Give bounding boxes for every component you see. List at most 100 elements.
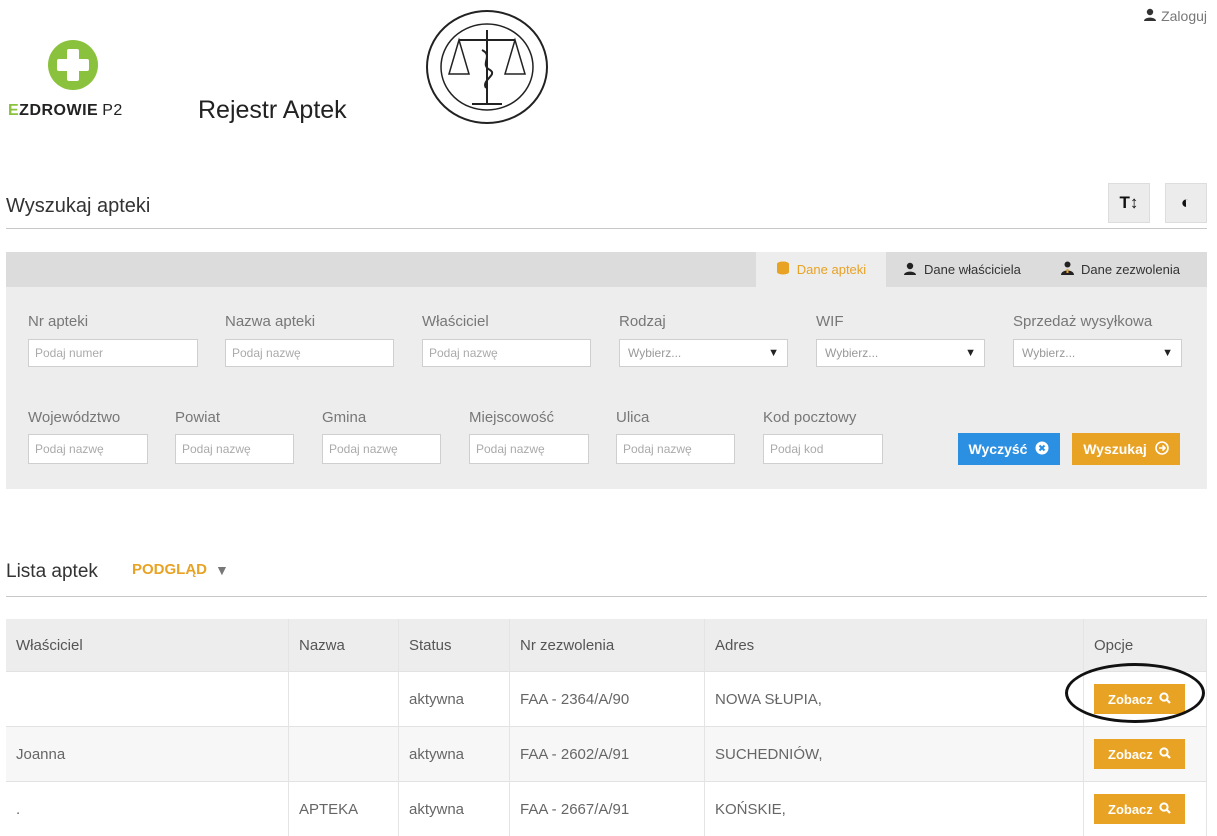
search-icon (1159, 747, 1171, 762)
caret-down-icon: ▼ (215, 562, 229, 578)
nazwa-apteki-label: Nazwa apteki (225, 313, 315, 330)
miejscowosc-label: Miejscowość (469, 409, 554, 426)
document-user-icon (1061, 261, 1074, 278)
column-header: Właściciel (6, 619, 289, 672)
logo-main: ZDROWIE (19, 102, 98, 119)
status-cell: aktywna (399, 727, 510, 782)
wojewodztwo-input[interactable] (28, 434, 148, 464)
search-button-label: Wyszukaj (1083, 441, 1147, 457)
wif-select[interactable]: Wybierz... ▼ (816, 339, 985, 367)
owner-cell (6, 672, 289, 727)
nr-apteki-label: Nr apteki (28, 313, 88, 330)
logo-suffix: P2 (102, 102, 123, 119)
annotation-circle (1065, 663, 1205, 723)
search-tabs: Dane apteki Dane właściciela Dane zezwol… (6, 252, 1207, 287)
user-icon (903, 262, 917, 278)
nr-apteki-input[interactable] (28, 339, 198, 367)
address-cell: KOŃSKIE, (705, 782, 1084, 836)
contrast-button[interactable]: ◐ (1165, 183, 1207, 223)
dropdown-arrow-icon: ▼ (768, 347, 779, 359)
view-button[interactable]: Zobacz (1094, 739, 1185, 769)
table-row: Joanna aktywna FAA - 2602/A/91 SUCHEDNIÓ… (6, 727, 1207, 782)
ulica-input[interactable] (616, 434, 735, 464)
powiat-label: Powiat (175, 409, 220, 426)
search-title: Wyszukaj apteki (6, 195, 150, 218)
preview-label: PODGLĄD (132, 561, 207, 578)
column-header: Nazwa (289, 619, 399, 672)
wlasciciel-input[interactable] (422, 339, 591, 367)
wlasciciel-label: Właściciel (422, 313, 489, 330)
dropdown-arrow-icon: ▼ (965, 347, 976, 359)
wif-label: WIF (816, 313, 844, 330)
search-icon (1159, 802, 1171, 817)
tab-dane-apteki[interactable]: Dane apteki (756, 252, 886, 287)
permit-cell: FAA - 2667/A/91 (510, 782, 705, 836)
user-icon (1143, 8, 1157, 24)
status-cell: aktywna (399, 672, 510, 727)
view-button-label: Zobacz (1108, 802, 1153, 817)
ezdrowie-logo[interactable]: EZDROWIEP2 (8, 40, 148, 130)
dropdown-arrow-icon: ▼ (1162, 347, 1173, 359)
preview-dropdown[interactable]: PODGLĄD ▼ (132, 561, 229, 578)
gmina-label: Gmina (322, 409, 366, 426)
table-row: aktywna FAA - 2364/A/90 NOWA SŁUPIA, Zob… (6, 672, 1207, 727)
address-cell: SUCHEDNIÓW, (705, 727, 1084, 782)
tab-label: Dane zezwolenia (1081, 262, 1180, 277)
name-cell (289, 727, 399, 782)
miejscowosc-input[interactable] (469, 434, 589, 464)
sprzedaz-wysylkowa-label: Sprzedaż wysyłkowa (1013, 313, 1152, 330)
kod-pocztowy-input[interactable] (763, 434, 883, 464)
clear-button-label: Wyczyść (969, 441, 1028, 457)
permit-cell: FAA - 2602/A/91 (510, 727, 705, 782)
name-cell: APTEKA (289, 782, 399, 836)
database-icon (776, 261, 790, 278)
pharmacy-table: Właściciel Nazwa Status Nr zezwolenia Ad… (6, 619, 1207, 836)
options-cell: Zobacz (1084, 727, 1207, 782)
font-size-button[interactable]: T↕ (1108, 183, 1150, 223)
search-button[interactable]: Wyszukaj (1072, 433, 1180, 465)
sprzedaz-select-value: Wybierz... (1022, 346, 1075, 360)
column-header: Status (399, 619, 510, 672)
table-header-row: Właściciel Nazwa Status Nr zezwolenia Ad… (6, 619, 1207, 672)
logo-prefix: E (8, 102, 19, 119)
column-header: Adres (705, 619, 1084, 672)
clear-button[interactable]: Wyczyść (958, 433, 1060, 465)
list-title: Lista aptek (6, 561, 98, 583)
ulica-label: Ulica (616, 409, 649, 426)
powiat-input[interactable] (175, 434, 294, 464)
wif-select-value: Wybierz... (825, 346, 878, 360)
name-cell (289, 672, 399, 727)
view-button-label: Zobacz (1108, 747, 1153, 762)
view-button[interactable]: Zobacz (1094, 794, 1185, 824)
tab-dane-wlasciciela[interactable]: Dane właściciela (903, 252, 1021, 287)
app-title: Rejestr Aptek (198, 96, 347, 125)
gmina-input[interactable] (322, 434, 441, 464)
status-cell: aktywna (399, 782, 510, 836)
options-cell: Zobacz (1084, 782, 1207, 836)
gif-seal-logo (424, 8, 550, 126)
rodzaj-select[interactable]: Wybierz... ▼ (619, 339, 788, 367)
table-row: . APTEKA aktywna FAA - 2667/A/91 KOŃSKIE… (6, 782, 1207, 836)
divider (6, 596, 1207, 597)
permit-cell: FAA - 2364/A/90 (510, 672, 705, 727)
cross-icon (48, 40, 98, 90)
login-label: Zaloguj (1161, 8, 1207, 24)
arrow-circle-right-icon (1155, 441, 1169, 458)
sprzedaz-wysylkowa-select[interactable]: Wybierz... ▼ (1013, 339, 1182, 367)
login-link[interactable]: Zaloguj (1143, 8, 1207, 24)
tab-label: Dane apteki (797, 262, 866, 277)
rodzaj-select-value: Wybierz... (628, 346, 681, 360)
kod-pocztowy-label: Kod pocztowy (763, 409, 856, 426)
tab-dane-zezwolenia[interactable]: Dane zezwolenia (1061, 252, 1180, 287)
owner-cell: Joanna (6, 727, 289, 782)
tab-label: Dane właściciela (924, 262, 1021, 277)
search-panel: Dane apteki Dane właściciela Dane zezwol… (6, 252, 1207, 489)
nazwa-apteki-input[interactable] (225, 339, 394, 367)
wojewodztwo-label: Województwo (28, 409, 120, 426)
column-header: Nr zezwolenia (510, 619, 705, 672)
divider (6, 228, 1207, 229)
owner-cell: . (6, 782, 289, 836)
clear-circle-icon (1035, 441, 1049, 458)
address-cell: NOWA SŁUPIA, (705, 672, 1084, 727)
rodzaj-label: Rodzaj (619, 313, 666, 330)
